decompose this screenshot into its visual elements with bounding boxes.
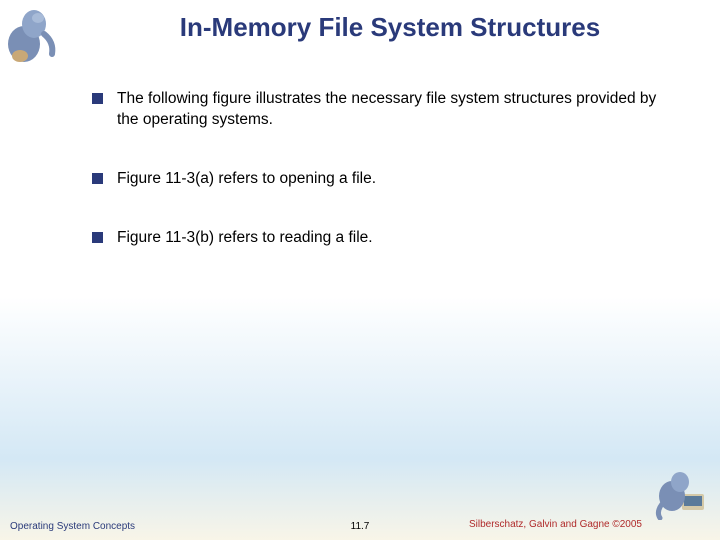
bullet-text: Figure 11-3(a) refers to opening a file. [117, 169, 376, 190]
content-area: The following figure illustrates the nec… [0, 43, 720, 249]
bullet-square-icon [92, 173, 103, 184]
dinosaur-mascot-top-left-icon [4, 4, 62, 66]
slide-title: In-Memory File System Structures [0, 0, 720, 43]
bullet-item: Figure 11-3(a) refers to opening a file. [92, 169, 680, 190]
bullet-text: The following figure illustrates the nec… [117, 89, 680, 131]
dinosaur-mascot-bottom-right-icon [654, 470, 712, 520]
bullet-item: Figure 11-3(b) refers to reading a file. [92, 228, 680, 249]
bullet-square-icon [92, 232, 103, 243]
bullet-square-icon [92, 93, 103, 104]
bullet-text: Figure 11-3(b) refers to reading a file. [117, 228, 373, 249]
footer-page-number: 11.7 [351, 521, 370, 532]
bullet-item: The following figure illustrates the nec… [92, 89, 680, 131]
footer-copyright: Silberschatz, Galvin and Gagne ©2005 [469, 519, 642, 530]
footer: Operating System Concepts 11.7 Silbersch… [0, 519, 720, 532]
footer-left-text: Operating System Concepts [10, 521, 135, 532]
